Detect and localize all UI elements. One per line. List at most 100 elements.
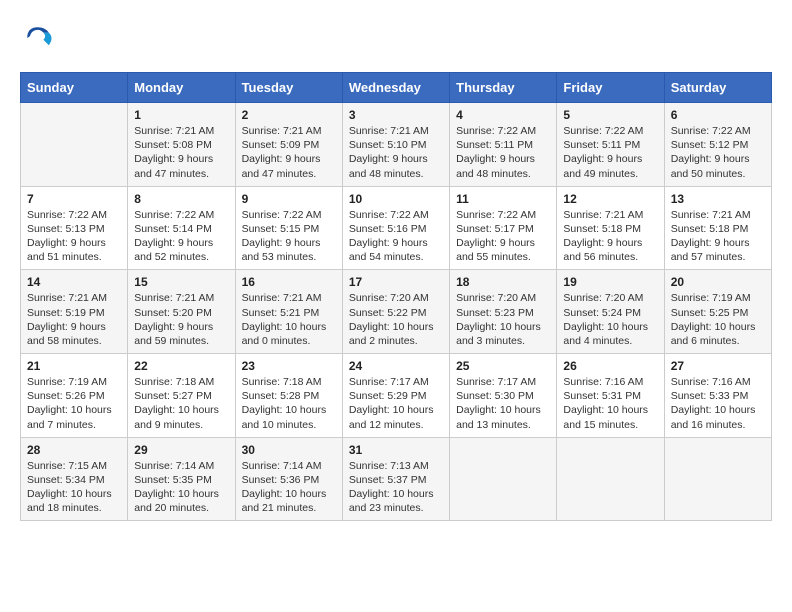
day-number: 2	[242, 108, 336, 122]
day-info: Sunrise: 7:22 AM Sunset: 5:15 PM Dayligh…	[242, 208, 336, 265]
calendar-cell: 10 Sunrise: 7:22 AM Sunset: 5:16 PM Dayli…	[342, 186, 449, 270]
day-info: Sunrise: 7:18 AM Sunset: 5:27 PM Dayligh…	[134, 375, 228, 432]
calendar-cell	[21, 103, 128, 187]
day-info: Sunrise: 7:14 AM Sunset: 5:36 PM Dayligh…	[242, 459, 336, 516]
calendar-cell: 12 Sunrise: 7:21 AM Sunset: 5:18 PM Dayli…	[557, 186, 664, 270]
calendar-cell: 18 Sunrise: 7:20 AM Sunset: 5:23 PM Dayli…	[450, 270, 557, 354]
day-info: Sunrise: 7:21 AM Sunset: 5:10 PM Dayligh…	[349, 124, 443, 181]
calendar-cell: 17Sunrise: 7:20 AM Sunset: 5:22 PM Dayli…	[342, 270, 449, 354]
calendar-cell: 6 Sunrise: 7:22 AM Sunset: 5:12 PM Daylig…	[664, 103, 771, 187]
day-info: Sunrise: 7:22 AM Sunset: 5:13 PM Dayligh…	[27, 208, 121, 265]
weekday-header-monday: Monday	[128, 73, 235, 103]
day-info: Sunrise: 7:20 AM Sunset: 5:23 PM Dayligh…	[456, 291, 550, 348]
calendar-table: SundayMondayTuesdayWednesdayThursdayFrid…	[20, 72, 772, 521]
calendar-cell: 8Sunrise: 7:22 AM Sunset: 5:14 PM Daylig…	[128, 186, 235, 270]
calendar-cell: 19 Sunrise: 7:20 AM Sunset: 5:24 PM Dayli…	[557, 270, 664, 354]
calendar-cell	[450, 437, 557, 521]
day-info: Sunrise: 7:20 AM Sunset: 5:24 PM Dayligh…	[563, 291, 657, 348]
day-info: Sunrise: 7:22 AM Sunset: 5:11 PM Dayligh…	[563, 124, 657, 181]
day-info: Sunrise: 7:16 AM Sunset: 5:33 PM Dayligh…	[671, 375, 765, 432]
day-number: 31	[349, 443, 443, 457]
calendar-cell: 25 Sunrise: 7:17 AM Sunset: 5:30 PM Dayli…	[450, 354, 557, 438]
day-info: Sunrise: 7:17 AM Sunset: 5:30 PM Dayligh…	[456, 375, 550, 432]
weekday-header-saturday: Saturday	[664, 73, 771, 103]
calendar-cell: 15 Sunrise: 7:21 AM Sunset: 5:20 PM Dayli…	[128, 270, 235, 354]
day-number: 5	[563, 108, 657, 122]
week-row-4: 21 Sunrise: 7:19 AM Sunset: 5:26 PM Dayli…	[21, 354, 772, 438]
weekday-header-tuesday: Tuesday	[235, 73, 342, 103]
page-header	[20, 20, 772, 56]
day-number: 6	[671, 108, 765, 122]
day-number: 10	[349, 192, 443, 206]
calendar-cell: 21 Sunrise: 7:19 AM Sunset: 5:26 PM Dayli…	[21, 354, 128, 438]
week-row-5: 28Sunrise: 7:15 AM Sunset: 5:34 PM Dayli…	[21, 437, 772, 521]
day-number: 4	[456, 108, 550, 122]
day-number: 16	[242, 275, 336, 289]
day-number: 14	[27, 275, 121, 289]
day-number: 21	[27, 359, 121, 373]
calendar-cell: 30Sunrise: 7:14 AM Sunset: 5:36 PM Dayli…	[235, 437, 342, 521]
logo	[20, 20, 62, 56]
day-number: 29	[134, 443, 228, 457]
calendar-cell: 26 Sunrise: 7:16 AM Sunset: 5:31 PM Dayli…	[557, 354, 664, 438]
day-number: 23	[242, 359, 336, 373]
weekday-header-wednesday: Wednesday	[342, 73, 449, 103]
day-info: Sunrise: 7:17 AM Sunset: 5:29 PM Dayligh…	[349, 375, 443, 432]
day-number: 19	[563, 275, 657, 289]
day-info: Sunrise: 7:22 AM Sunset: 5:17 PM Dayligh…	[456, 208, 550, 265]
calendar-cell: 28Sunrise: 7:15 AM Sunset: 5:34 PM Dayli…	[21, 437, 128, 521]
day-info: Sunrise: 7:21 AM Sunset: 5:18 PM Dayligh…	[671, 208, 765, 265]
day-number: 20	[671, 275, 765, 289]
logo-icon	[20, 20, 56, 56]
calendar-cell: 22 Sunrise: 7:18 AM Sunset: 5:27 PM Dayli…	[128, 354, 235, 438]
day-number: 27	[671, 359, 765, 373]
weekday-header-thursday: Thursday	[450, 73, 557, 103]
day-info: Sunrise: 7:14 AM Sunset: 5:35 PM Dayligh…	[134, 459, 228, 516]
calendar-cell: 1Sunrise: 7:21 AM Sunset: 5:08 PM Daylig…	[128, 103, 235, 187]
day-info: Sunrise: 7:19 AM Sunset: 5:26 PM Dayligh…	[27, 375, 121, 432]
week-row-3: 14 Sunrise: 7:21 AM Sunset: 5:19 PM Dayli…	[21, 270, 772, 354]
day-info: Sunrise: 7:13 AM Sunset: 5:37 PM Dayligh…	[349, 459, 443, 516]
weekday-header-friday: Friday	[557, 73, 664, 103]
day-number: 15	[134, 275, 228, 289]
day-info: Sunrise: 7:22 AM Sunset: 5:12 PM Dayligh…	[671, 124, 765, 181]
calendar-cell: 5 Sunrise: 7:22 AM Sunset: 5:11 PM Daylig…	[557, 103, 664, 187]
calendar-cell: 3 Sunrise: 7:21 AM Sunset: 5:10 PM Daylig…	[342, 103, 449, 187]
calendar-header: SundayMondayTuesdayWednesdayThursdayFrid…	[21, 73, 772, 103]
calendar-cell: 9 Sunrise: 7:22 AM Sunset: 5:15 PM Daylig…	[235, 186, 342, 270]
day-number: 24	[349, 359, 443, 373]
day-info: Sunrise: 7:19 AM Sunset: 5:25 PM Dayligh…	[671, 291, 765, 348]
day-info: Sunrise: 7:16 AM Sunset: 5:31 PM Dayligh…	[563, 375, 657, 432]
weekday-row: SundayMondayTuesdayWednesdayThursdayFrid…	[21, 73, 772, 103]
day-info: Sunrise: 7:21 AM Sunset: 5:20 PM Dayligh…	[134, 291, 228, 348]
calendar-cell: 24 Sunrise: 7:17 AM Sunset: 5:29 PM Dayli…	[342, 354, 449, 438]
day-number: 9	[242, 192, 336, 206]
calendar-cell	[664, 437, 771, 521]
calendar-cell: 16 Sunrise: 7:21 AM Sunset: 5:21 PM Dayli…	[235, 270, 342, 354]
day-info: Sunrise: 7:15 AM Sunset: 5:34 PM Dayligh…	[27, 459, 121, 516]
day-info: Sunrise: 7:18 AM Sunset: 5:28 PM Dayligh…	[242, 375, 336, 432]
day-number: 17	[349, 275, 443, 289]
day-info: Sunrise: 7:22 AM Sunset: 5:11 PM Dayligh…	[456, 124, 550, 181]
calendar-cell: 14 Sunrise: 7:21 AM Sunset: 5:19 PM Dayli…	[21, 270, 128, 354]
calendar-cell: 27 Sunrise: 7:16 AM Sunset: 5:33 PM Dayli…	[664, 354, 771, 438]
calendar-cell	[557, 437, 664, 521]
day-number: 25	[456, 359, 550, 373]
calendar-body: 1Sunrise: 7:21 AM Sunset: 5:08 PM Daylig…	[21, 103, 772, 521]
day-info: Sunrise: 7:22 AM Sunset: 5:16 PM Dayligh…	[349, 208, 443, 265]
day-number: 1	[134, 108, 228, 122]
day-info: Sunrise: 7:21 AM Sunset: 5:19 PM Dayligh…	[27, 291, 121, 348]
day-number: 18	[456, 275, 550, 289]
day-number: 3	[349, 108, 443, 122]
day-number: 26	[563, 359, 657, 373]
day-number: 12	[563, 192, 657, 206]
week-row-2: 7Sunrise: 7:22 AM Sunset: 5:13 PM Daylig…	[21, 186, 772, 270]
calendar-cell: 31 Sunrise: 7:13 AM Sunset: 5:37 PM Dayli…	[342, 437, 449, 521]
calendar-cell: 29 Sunrise: 7:14 AM Sunset: 5:35 PM Dayli…	[128, 437, 235, 521]
calendar-cell: 4 Sunrise: 7:22 AM Sunset: 5:11 PM Daylig…	[450, 103, 557, 187]
day-info: Sunrise: 7:21 AM Sunset: 5:18 PM Dayligh…	[563, 208, 657, 265]
day-number: 11	[456, 192, 550, 206]
day-info: Sunrise: 7:21 AM Sunset: 5:21 PM Dayligh…	[242, 291, 336, 348]
day-number: 22	[134, 359, 228, 373]
weekday-header-sunday: Sunday	[21, 73, 128, 103]
